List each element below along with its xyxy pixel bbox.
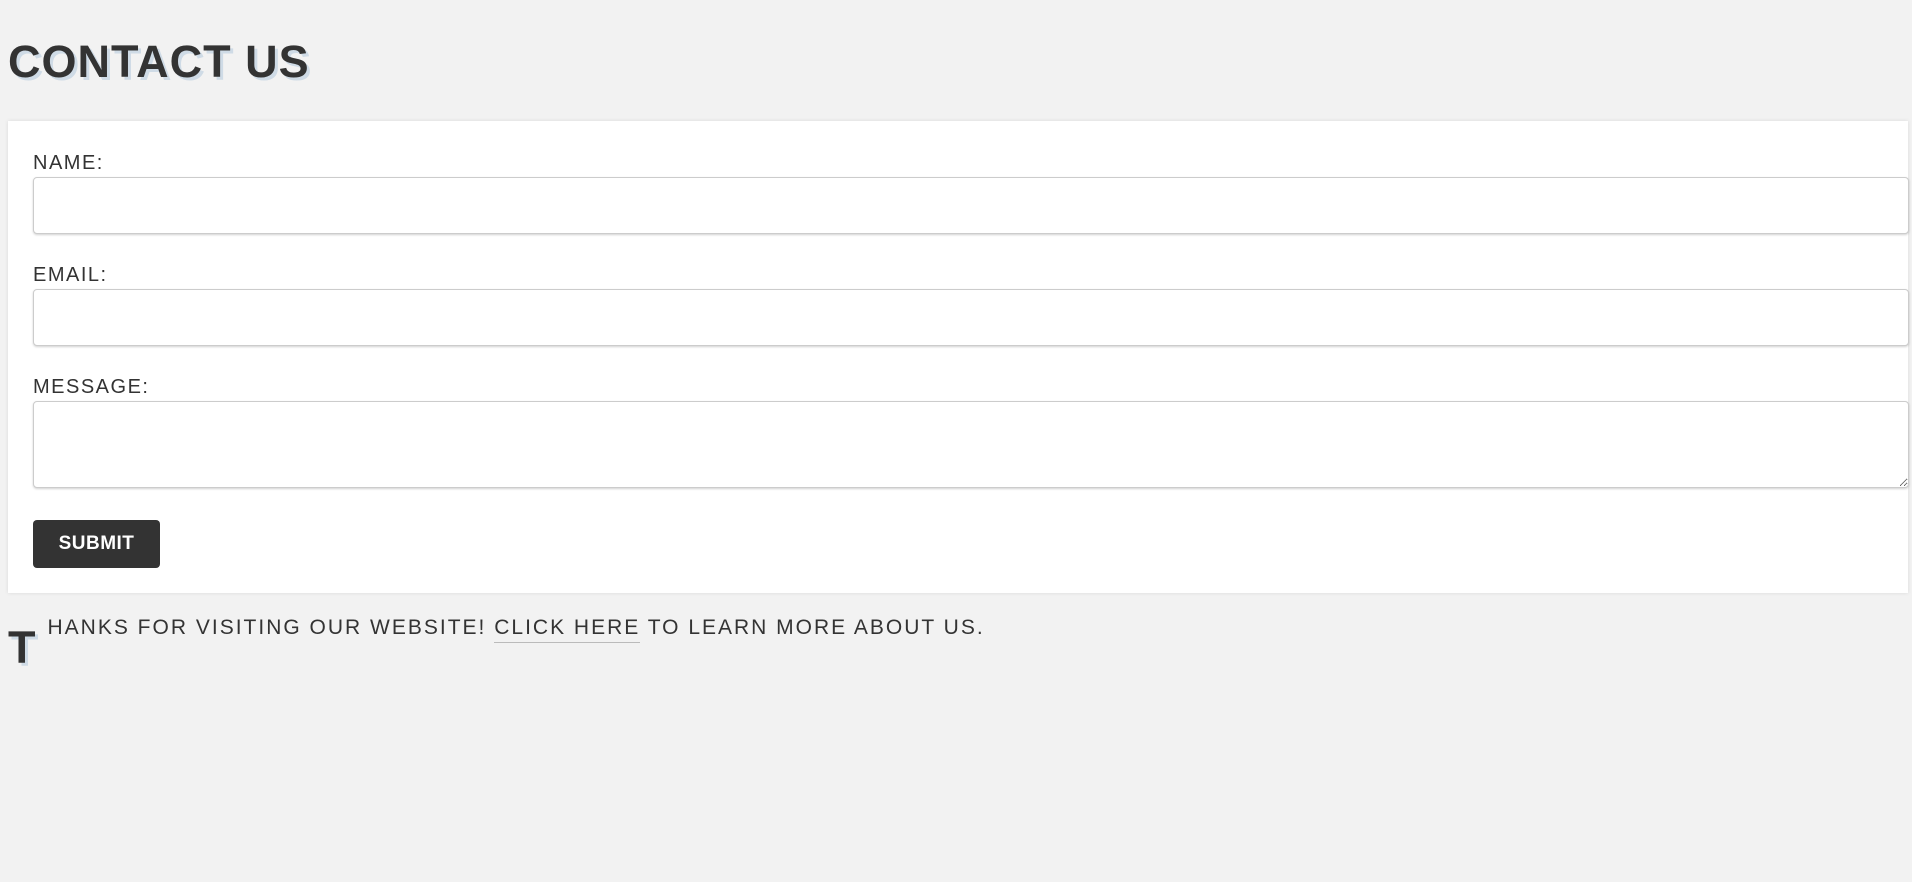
footer-text-after: TO LEARN MORE ABOUT US. <box>640 616 985 639</box>
message-label: MESSAGE: <box>33 376 150 398</box>
contact-form: NAME: EMAIL: MESSAGE: SUBMIT <box>8 121 1909 593</box>
email-input[interactable] <box>33 289 1909 346</box>
name-label: NAME: <box>33 152 104 174</box>
footer-text-before: HANKS FOR VISITING OUR WEBSITE! <box>47 616 495 639</box>
name-input[interactable] <box>33 177 1909 234</box>
email-label: EMAIL: <box>33 264 108 286</box>
page-title: CONTACT US <box>8 36 310 87</box>
learn-more-link[interactable]: CLICK HERE <box>494 616 641 643</box>
submit-button[interactable]: SUBMIT <box>33 520 160 568</box>
footer-body: HANKS FOR VISITING OUR WEBSITE! CLICK HE… <box>48 612 985 644</box>
footer-message: T HANKS FOR VISITING OUR WEBSITE! CLICK … <box>8 612 985 670</box>
message-textarea[interactable] <box>33 401 1909 488</box>
drop-cap: T <box>8 622 36 673</box>
